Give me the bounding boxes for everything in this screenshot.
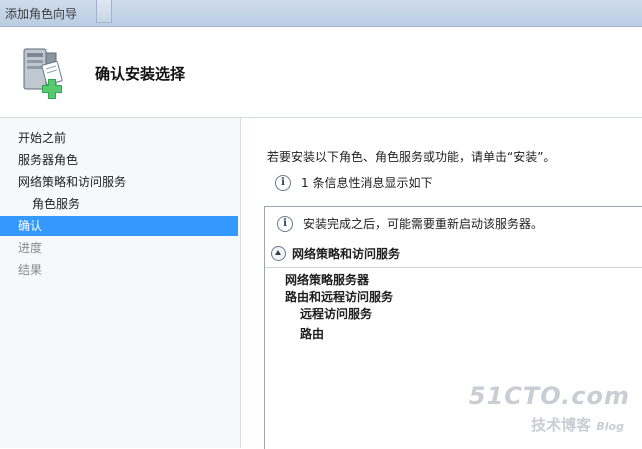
info-icon: i [275, 174, 291, 191]
instruction-text: 若要安装以下角色、角色服务或功能，请单击“安装”。 [267, 150, 556, 164]
title-bar: 添加角色向导 [0, 0, 642, 27]
sidebar-item-confirmation[interactable]: 确认 [0, 216, 238, 236]
wizard-steps-sidebar: 开始之前 服务器角色 网络策略和访问服务 角色服务 确认 进度 结果 [0, 118, 241, 448]
caption-button[interactable] [96, 0, 112, 23]
group-header[interactable]: 网络策略和访问服务 [271, 245, 400, 262]
list-item: 远程访问服务 [300, 307, 373, 321]
watermark: 51CTO.com 技术博客 Blog [469, 382, 634, 438]
restart-notice-text: 安装完成之后，可能需要重新启动该服务器。 [303, 217, 544, 231]
sidebar-item-progress: 进度 [18, 241, 43, 255]
watermark-subtitle: 技术博客 Blog [531, 414, 624, 435]
sidebar-item-role-services[interactable]: 角色服务 [0, 194, 238, 214]
watermark-cn: 技术博客 [531, 416, 592, 434]
sidebar-item-results: 结果 [18, 263, 43, 277]
restart-notice: i 安装完成之后，可能需要重新启动该服务器。 [277, 215, 543, 232]
window-title: 添加角色向导 [5, 7, 78, 21]
info-count-text: 1 条信息性消息显示如下 [301, 176, 433, 190]
server-add-icon [23, 48, 63, 99]
list-item: 网络策略服务器 [285, 273, 370, 287]
sidebar-item-network-policy[interactable]: 网络策略和访问服务 [0, 172, 238, 192]
list-item: 路由 [300, 327, 325, 341]
sidebar-item-server-roles[interactable]: 服务器角色 [0, 150, 238, 170]
group-title: 网络策略和访问服务 [292, 247, 401, 261]
info-message-summary: i 1 条信息性消息显示如下 [275, 174, 432, 191]
collapse-icon[interactable] [271, 246, 286, 261]
sidebar-item-before-you-begin[interactable]: 开始之前 [0, 128, 238, 148]
wizard-header: 确认安装选择 [0, 27, 642, 118]
watermark-logo: 51CTO.com [468, 382, 630, 410]
group-divider [265, 267, 642, 268]
watermark-blog: Blog [596, 420, 624, 433]
page-title: 确认安装选择 [95, 65, 186, 83]
list-item: 路由和远程访问服务 [285, 290, 394, 304]
info-icon: i [277, 215, 293, 232]
